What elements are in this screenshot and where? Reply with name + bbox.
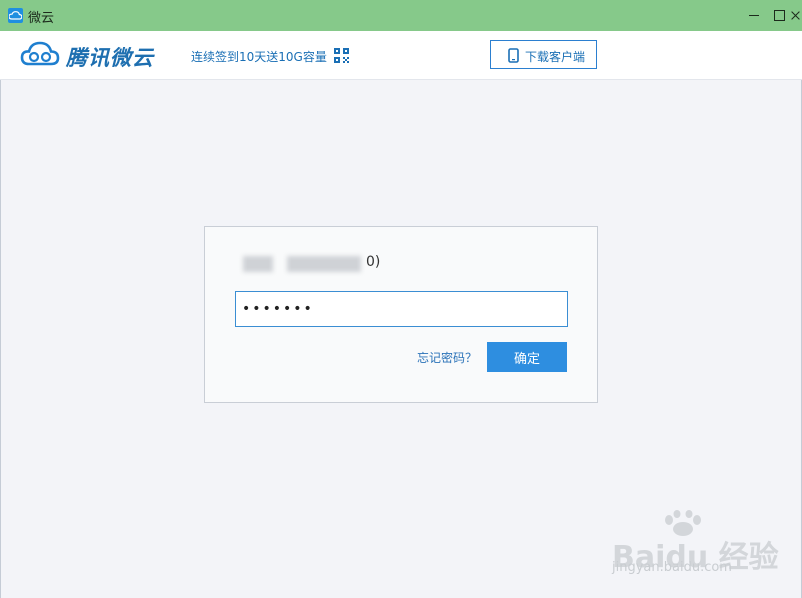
account-id-suffix: 0) bbox=[366, 254, 381, 270]
account-display: 0) bbox=[231, 253, 380, 275]
confirm-button[interactable]: 确定 bbox=[487, 342, 567, 372]
download-client-button[interactable]: 下载客户端 bbox=[490, 40, 597, 69]
password-input[interactable] bbox=[235, 291, 568, 327]
weiyun-cloud-logo-icon bbox=[20, 39, 60, 73]
minimize-icon[interactable] bbox=[741, 4, 767, 26]
window-titlebar[interactable]: 微云 bbox=[0, 0, 802, 31]
window-title: 微云 bbox=[28, 11, 55, 26]
app-header: 腾讯微云 连续签到10天送10G容量 下载客户端 bbox=[0, 31, 802, 80]
redacted-account-name bbox=[243, 256, 273, 272]
weiyun-app-icon bbox=[8, 8, 23, 23]
maximize-icon[interactable] bbox=[766, 4, 792, 26]
phone-icon bbox=[508, 48, 519, 66]
close-icon[interactable] bbox=[790, 4, 802, 26]
window-left-border bbox=[0, 31, 1, 598]
watermark-url: jingyan.baidu.com bbox=[612, 560, 732, 575]
sign-in-promo-link[interactable]: 连续签到10天送10G容量 bbox=[191, 48, 327, 65]
forgot-password-link[interactable]: 忘记密码？ bbox=[417, 349, 477, 366]
brand-name: 腾讯微云 bbox=[66, 46, 154, 70]
qr-code-icon[interactable] bbox=[334, 48, 349, 67]
login-card: 0) 忘记密码？ 确定 bbox=[204, 226, 598, 403]
download-client-label: 下载客户端 bbox=[525, 50, 586, 64]
redacted-account-id bbox=[287, 256, 361, 272]
